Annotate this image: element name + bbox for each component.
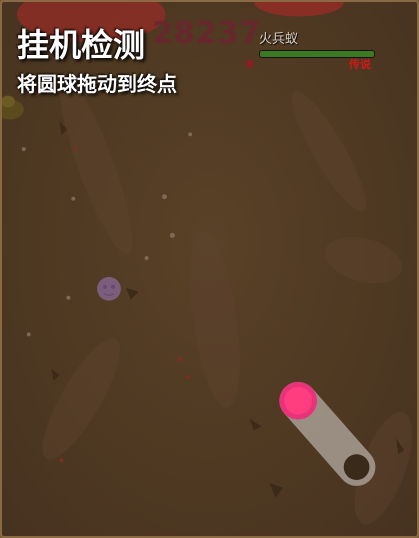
drag-instruction: 将圆球拖动到终点	[17, 72, 177, 96]
game-viewport[interactable]: 28237 挂机检测 将圆球拖动到终点 火兵蚁 传说	[0, 0, 419, 538]
afk-check-title: 挂机检测	[17, 26, 146, 64]
score-display: 28237	[152, 16, 262, 51]
red-mob	[245, 60, 254, 68]
drag-ball[interactable]	[279, 381, 317, 420]
boss-rarity-tag: 传说	[349, 58, 371, 71]
purple-mob	[97, 276, 121, 301]
target-hole	[343, 454, 370, 480]
boss-name: 火兵蚁	[259, 32, 299, 47]
left-creature	[2, 95, 24, 120]
boss-panel: 火兵蚁 传说	[259, 32, 377, 71]
